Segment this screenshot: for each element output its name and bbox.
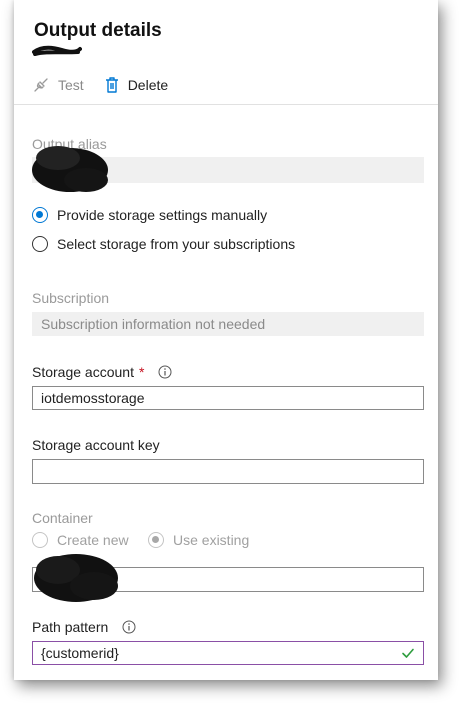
subscription-field: Subscription information not needed (32, 312, 424, 336)
required-marker: * (138, 364, 145, 380)
radio-select-from-subscriptions[interactable]: Select storage from your subscriptions (32, 236, 295, 252)
storage-account-label-text: Storage account (32, 364, 134, 380)
path-pattern-value: {customerid} (41, 645, 119, 661)
storage-account-key-label: Storage account key (32, 437, 160, 453)
container-label: Container (32, 510, 93, 526)
radio-label: Create new (57, 532, 129, 548)
plug-icon (34, 78, 48, 92)
radio-label: Select storage from your subscriptions (57, 236, 296, 252)
radio-button-checked[interactable] (32, 207, 48, 223)
radio-provide-manually[interactable]: Provide storage settings manually (32, 207, 267, 223)
test-label: Test (58, 77, 84, 93)
storage-account-label: Storage account * (32, 364, 172, 380)
test-button[interactable]: Test (32, 76, 84, 94)
redacted-container-scribble (34, 554, 118, 602)
radio-button-disabled-checked[interactable] (148, 532, 164, 548)
toolbar-divider (14, 104, 438, 105)
storage-account-input[interactable]: iotdemosstorage (32, 386, 424, 410)
radio-use-existing[interactable]: Use existing (148, 532, 249, 548)
radio-button-disabled[interactable] (32, 532, 48, 548)
delete-label: Delete (127, 77, 169, 93)
toolbar: Test Delete (32, 74, 188, 96)
info-icon[interactable] (158, 365, 172, 379)
path-pattern-input[interactable]: {customerid} (32, 641, 424, 665)
page-title: Output details (34, 20, 162, 41)
output-details-panel: Output details Test Delete Output alias … (14, 0, 438, 680)
redacted-subtitle-scribble (32, 45, 82, 56)
radio-create-new[interactable]: Create new (32, 532, 129, 548)
redacted-alias-scribble (32, 146, 108, 192)
delete-button[interactable]: Delete (104, 76, 168, 94)
trash-icon (105, 77, 118, 93)
radio-label: Provide storage settings manually (57, 207, 268, 223)
subscription-label: Subscription (32, 290, 110, 306)
path-pattern-label-text: Path pattern (32, 619, 109, 635)
path-pattern-label: Path pattern (32, 619, 136, 635)
info-icon[interactable] (122, 620, 136, 634)
checkmark-icon (402, 648, 414, 658)
radio-button[interactable] (32, 236, 48, 252)
storage-account-key-input[interactable] (32, 459, 424, 484)
radio-label: Use existing (173, 532, 250, 548)
